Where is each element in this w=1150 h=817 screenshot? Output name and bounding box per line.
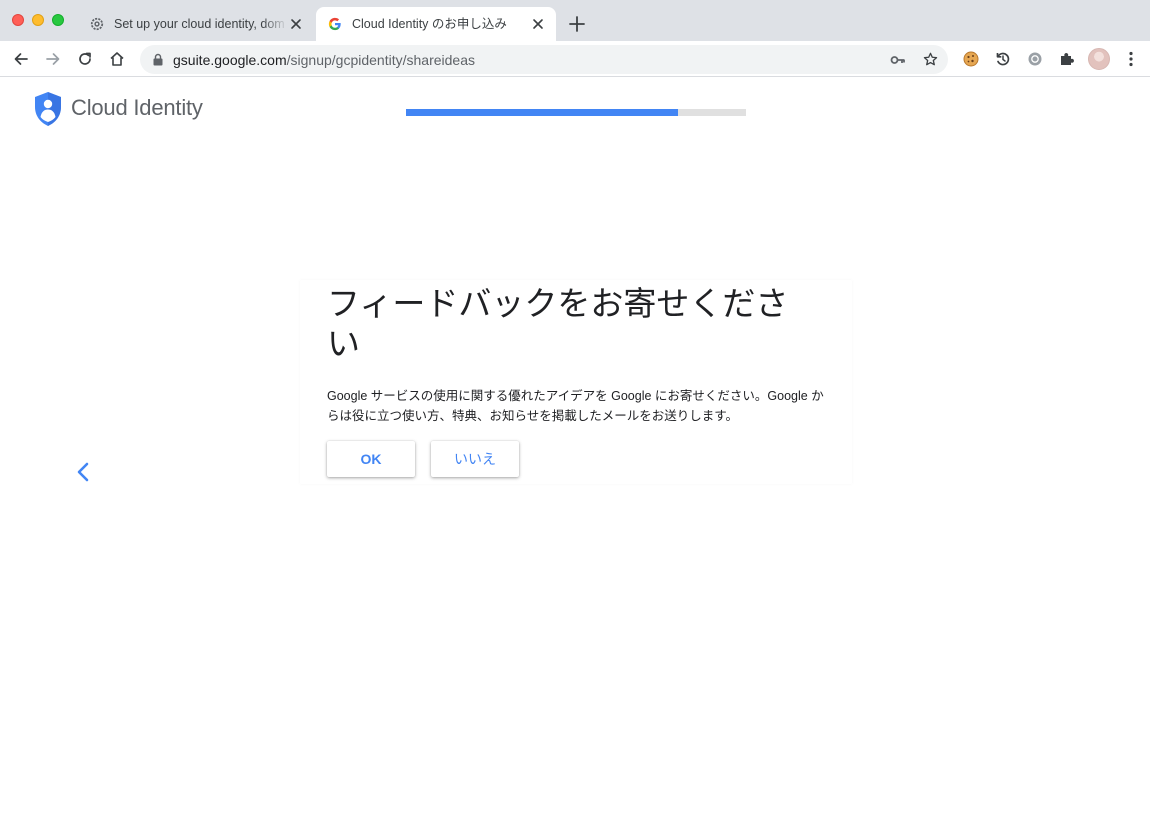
cloud-identity-shield-logo-icon — [35, 92, 61, 126]
window-close-button[interactable] — [12, 14, 24, 26]
tab-title: Set up your cloud identity, dom — [114, 17, 285, 31]
signup-progress-bar — [406, 109, 746, 116]
card-description: Google サービスの使用に関する優れたアイデアを Google にお寄せくだ… — [327, 389, 824, 423]
google-g-icon — [328, 17, 341, 31]
ok-button[interactable]: OK — [327, 441, 415, 477]
profile-avatar[interactable] — [1088, 48, 1110, 70]
tab-title: Cloud Identity のお申し込み — [352, 17, 507, 31]
settings-gear-icon — [90, 17, 104, 31]
key-icon[interactable] — [890, 52, 906, 68]
signup-page: Cloud Identity フィードバックをお寄せください Google サー… — [0, 78, 1150, 817]
kebab-menu-icon[interactable] — [1122, 50, 1140, 68]
address-bar[interactable]: gsuite.google.com/signup/gcpidentity/sha… — [140, 45, 948, 74]
card-title: フィードバックをお寄せください — [327, 284, 789, 363]
feedback-card: フィードバックをお寄せください Google サービスの使用に関する優れたアイデ… — [300, 280, 852, 484]
browser-toolbar: gsuite.google.com/signup/gcpidentity/sha… — [0, 41, 1150, 77]
cookie-extension-icon[interactable] — [962, 50, 980, 68]
back-arrow-icon[interactable] — [12, 50, 30, 68]
no-button[interactable]: いいえ — [431, 441, 519, 477]
forward-arrow-icon[interactable] — [44, 50, 62, 68]
browser-tab-setup[interactable]: Set up your cloud identity, dom — [78, 7, 314, 41]
browser-tab-cloud-identity[interactable]: Cloud Identity のお申し込み — [316, 7, 556, 41]
url-host: gsuite.google.com — [173, 52, 287, 68]
url-text: gsuite.google.com/signup/gcpidentity/sha… — [173, 52, 475, 68]
bookmark-star-icon[interactable] — [922, 51, 939, 68]
signup-progress-fill — [406, 109, 678, 116]
window-zoom-button[interactable] — [52, 14, 64, 26]
close-tab-icon[interactable] — [530, 16, 546, 32]
circle-extension-icon[interactable] — [1026, 50, 1044, 68]
url-path: /signup/gcpidentity/shareideas — [286, 52, 475, 68]
lock-icon[interactable] — [152, 53, 164, 66]
product-name: Cloud Identity — [71, 95, 203, 120]
extensions-puzzle-icon[interactable] — [1058, 50, 1076, 68]
window-minimize-button[interactable] — [32, 14, 44, 26]
new-tab-plus-icon[interactable] — [568, 15, 586, 33]
reload-icon[interactable] — [76, 50, 94, 68]
home-icon[interactable] — [108, 50, 126, 68]
tab-strip: Set up your cloud identity, dom Cloud Id… — [0, 0, 1150, 41]
close-tab-icon[interactable] — [288, 16, 304, 32]
history-extension-icon[interactable] — [994, 50, 1012, 68]
back-chevron-icon[interactable] — [74, 461, 92, 483]
